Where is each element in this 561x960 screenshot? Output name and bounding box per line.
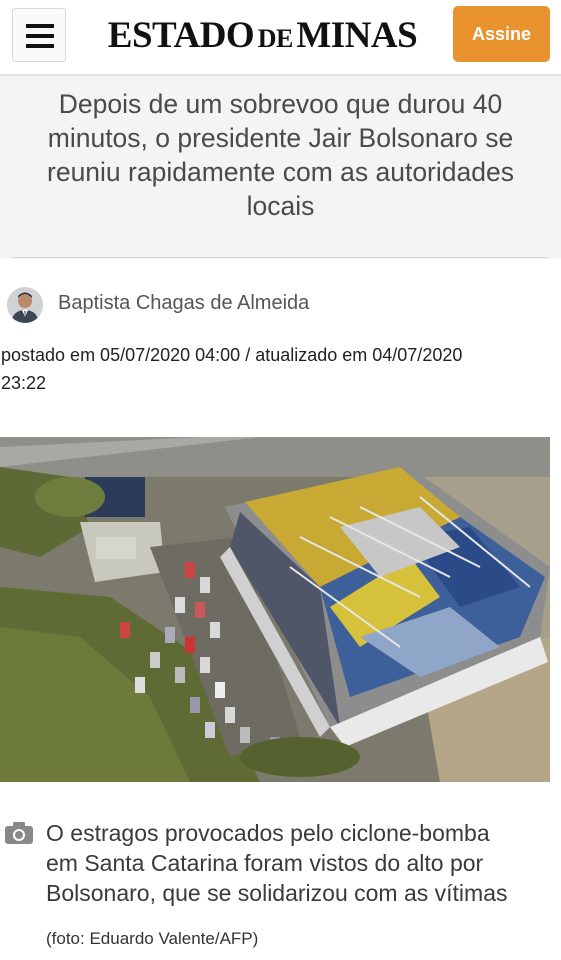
subscribe-button[interactable]: Assine xyxy=(453,6,550,62)
logo-word-minas: MINAS xyxy=(296,15,418,56)
article-photo[interactable] xyxy=(0,437,550,782)
caption-line-2: em Santa Catarina foram vistos do alto p… xyxy=(46,850,484,876)
logo-word-estado: ESTADO xyxy=(107,15,255,56)
logo-word-de: DE xyxy=(257,24,294,53)
author-name[interactable]: Baptista Chagas de Almeida xyxy=(58,292,309,315)
divider xyxy=(12,257,549,258)
article-subtitle: Depois de um sobrevoo que durou 40 minut… xyxy=(47,89,514,221)
article-subtitle-box: Depois de um sobrevoo que durou 40 minut… xyxy=(0,77,561,259)
camera-icon xyxy=(4,821,34,845)
dates-line-1: postado em 05/07/2020 04:00 / atualizado… xyxy=(1,345,463,365)
publish-dates: postado em 05/07/2020 04:00 / atualizado… xyxy=(1,341,546,397)
site-logo[interactable]: ESTADO DE MINAS xyxy=(90,14,435,57)
hamburger-menu-icon-bar xyxy=(26,34,54,38)
menu-button[interactable] xyxy=(12,8,66,62)
photo-credit: (foto: Eduardo Valente/AFP) xyxy=(46,929,259,948)
author-avatar[interactable] xyxy=(7,287,43,323)
photo-caption: O estragos provocados pelo ciclone-bomba… xyxy=(46,818,551,908)
site-header: ESTADO DE MINAS Assine xyxy=(0,0,561,76)
caption-line-1: O estragos provocados pelo ciclone-bomba xyxy=(46,820,490,846)
hamburger-menu-icon xyxy=(26,24,54,28)
dates-line-2: 23:22 xyxy=(1,373,47,393)
caption-line-3: Bolsonaro, que se solidarizou com as vít… xyxy=(46,880,508,906)
hamburger-menu-icon-bar xyxy=(26,44,54,48)
